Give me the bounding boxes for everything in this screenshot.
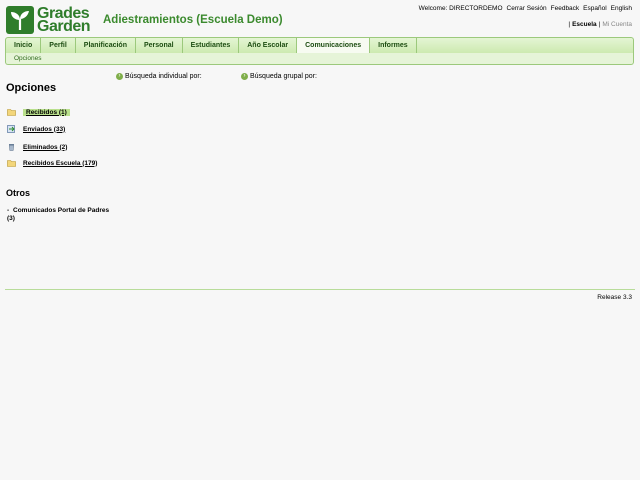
lang-en-link[interactable]: English [611,5,632,12]
tab-informes[interactable]: Informes [370,38,417,53]
option-recibidos[interactable]: Recibidos (1) [7,108,70,116]
otros-heading: Otros [6,188,31,198]
option-enviados-label[interactable]: Enviados (33) [23,126,65,133]
otros-item-label[interactable]: Comunicados Portal de Padres (3) [7,207,109,222]
tab-ano-escolar[interactable]: Año Escolar [239,38,298,53]
search-grupal[interactable]: › Búsqueda grupal por: [241,73,317,80]
tab-planificacion[interactable]: Planificación [76,38,136,53]
welcome-text: Welcome: DIRECTORDEMO [418,5,503,12]
option-enviados[interactable]: Enviados (33) [7,125,65,133]
school-title: Adiestramientos (Escuela Demo) [103,14,283,26]
main-nav: Inicio Perfil Planificación Personal Est… [5,37,634,53]
logo-line2: Garden [37,18,91,35]
option-recibidos-label[interactable]: Recibidos (1) [23,108,70,116]
logo-sprout-icon [6,6,34,34]
divider: | [568,21,571,28]
tab-estudiantes[interactable]: Estudiantes [183,38,240,53]
footer-divider [5,289,635,290]
tab-comunicaciones[interactable]: Comunicaciones [297,38,371,53]
subnav: Opciones [5,53,634,65]
option-eliminados-label[interactable]: Eliminados (2) [23,144,67,151]
subnav-opciones-link[interactable]: Opciones [14,55,41,62]
release-label: Release 3.3 [597,294,632,301]
context-switch: | Escuela | Mi Cuenta [568,21,632,28]
escuela-link[interactable]: Escuela [572,21,597,28]
tab-personal[interactable]: Personal [136,38,183,53]
sent-icon [7,125,15,133]
option-recibidos-escuela-label[interactable]: Recibidos Escuela (179) [23,160,97,167]
tab-inicio[interactable]: Inicio [6,38,42,53]
top-bar: Welcome: DIRECTORDEMO Cerrar Sesión Feed… [419,5,632,12]
search-individual[interactable]: › Búsqueda individual por: [116,73,202,80]
search-grupal-label: Búsqueda grupal por: [250,73,317,80]
mi-cuenta-link[interactable]: Mi Cuenta [602,21,632,28]
otros-item[interactable]: - Comunicados Portal de Padres (3) [7,207,117,222]
folder-icon [7,160,16,167]
feedback-link[interactable]: Feedback [551,5,580,12]
logout-link[interactable]: Cerrar Sesión [507,5,547,12]
lang-es-link[interactable]: Español [583,5,607,12]
opciones-heading: Opciones [6,82,57,94]
folder-icon [7,109,16,116]
logo[interactable]: Grades Garden [6,5,91,35]
arrow-right-icon: › [116,73,123,80]
tab-perfil[interactable]: Perfil [41,38,76,53]
search-individual-label: Búsqueda individual por: [125,73,202,80]
option-recibidos-escuela[interactable]: Recibidos Escuela (179) [7,159,97,167]
trash-icon [9,144,14,151]
logo-text: Grades Garden [37,6,91,35]
arrow-right-icon: › [241,73,248,80]
option-eliminados[interactable]: Eliminados (2) [7,143,67,151]
divider: | [598,21,601,28]
